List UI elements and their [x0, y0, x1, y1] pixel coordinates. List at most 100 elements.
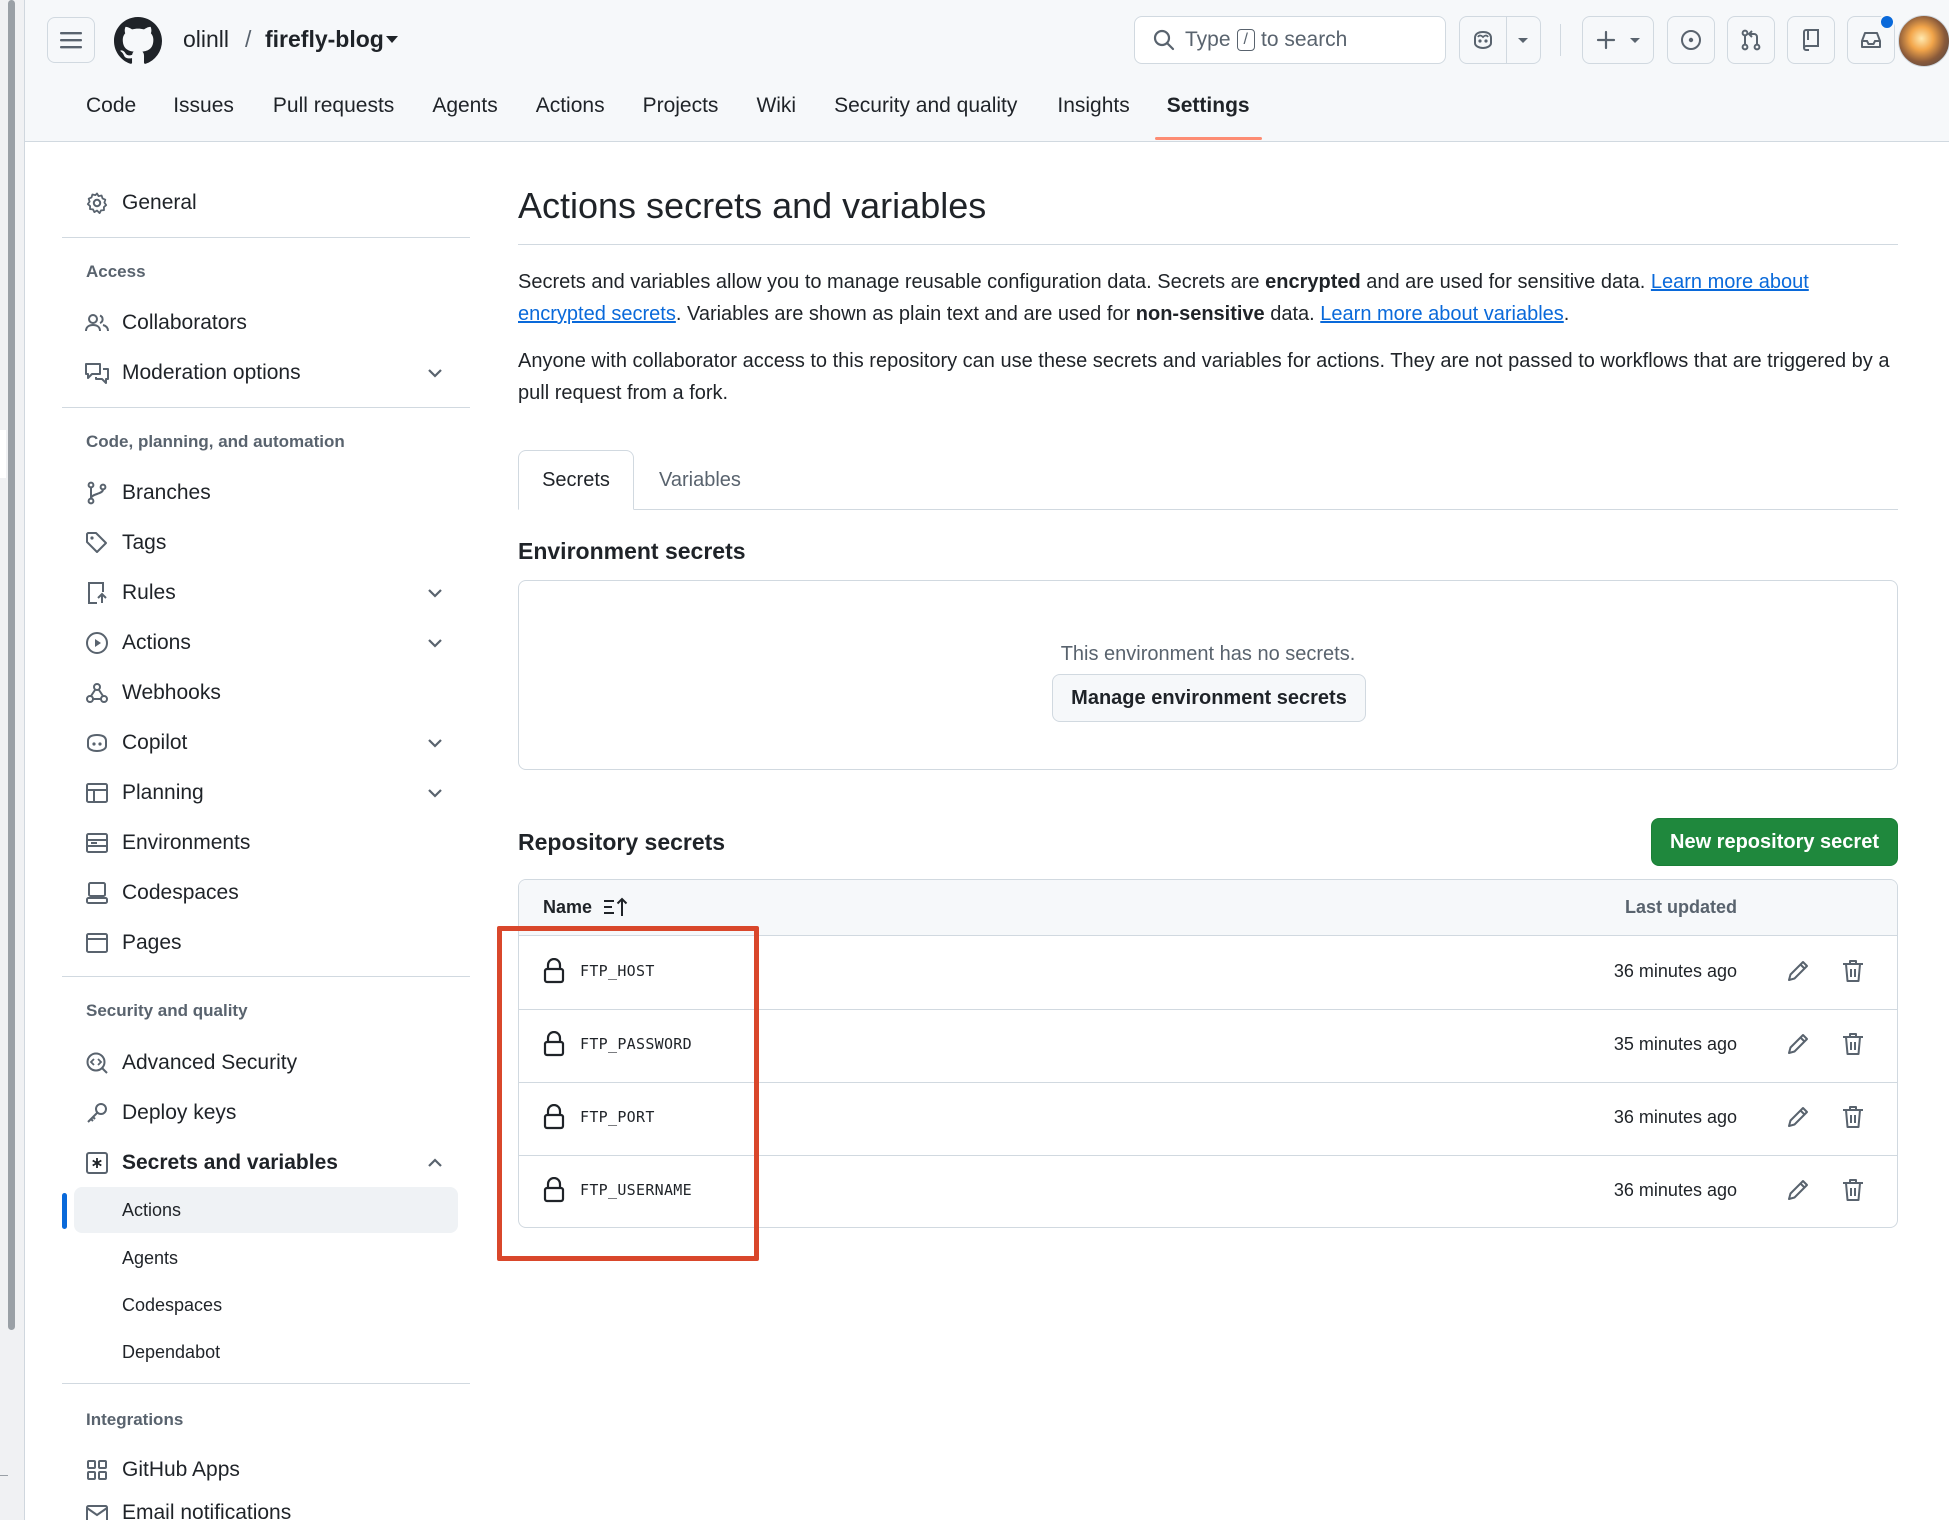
sidebar-item-pages[interactable]: Pages	[62, 921, 470, 965]
tab-issues[interactable]: Issues	[173, 88, 234, 134]
environment-secrets-box: This environment has no secrets. Manage …	[518, 580, 1898, 770]
edit-pencil-icon[interactable]	[1785, 1031, 1811, 1057]
learn-more-variables-link[interactable]: Learn more about variables	[1320, 303, 1563, 325]
sidebar-item-actions[interactable]: Actions	[62, 621, 470, 665]
sidebar-item-general[interactable]: General	[62, 181, 470, 225]
repo-dropdown-caret-icon[interactable]	[386, 36, 398, 43]
menu-icon	[60, 32, 82, 49]
issues-button[interactable]	[1667, 16, 1715, 64]
key-asterisk-icon	[84, 1150, 110, 1176]
sidebar-item-webhooks[interactable]: Webhooks	[62, 671, 470, 715]
edit-pencil-icon[interactable]	[1785, 958, 1811, 984]
tab-secrets[interactable]: Secrets	[518, 450, 634, 510]
pull-request-icon	[1741, 29, 1761, 51]
copilot-icon[interactable]	[1471, 28, 1495, 52]
secret-last-updated: 36 minutes ago	[1613, 961, 1737, 981]
tab-projects[interactable]: Projects	[643, 88, 719, 134]
server-icon	[84, 830, 110, 856]
sidebar-item-label: Rules	[122, 581, 176, 604]
copilot-icon	[84, 730, 110, 756]
tab-pull-requests[interactable]: Pull requests	[273, 88, 394, 134]
tab-security-and-quality[interactable]: Security and quality	[834, 88, 1017, 134]
sidebar-divider	[62, 407, 470, 408]
delete-trash-icon[interactable]	[1841, 1104, 1865, 1130]
sidebar-item-github-apps[interactable]: GitHub Apps	[62, 1448, 470, 1492]
sidebar-item-label: Advanced Security	[122, 1051, 298, 1074]
create-new-button[interactable]	[1582, 16, 1654, 64]
sidebar-heading-security: Security and quality	[86, 1001, 248, 1020]
intro-emphasis-encrypted: encrypted	[1265, 271, 1361, 293]
sidebar-item-rules[interactable]: Rules	[62, 571, 470, 615]
left-scrollbar[interactable]	[0, 0, 25, 1520]
sidebar-item-environments[interactable]: Environments	[62, 821, 470, 865]
sidebar-item-branches[interactable]: Branches	[62, 471, 470, 515]
sidebar-item-deploy-keys[interactable]: Deploy keys	[62, 1091, 470, 1135]
browser-icon	[84, 930, 110, 956]
intro-text: Secrets and variables allow you to manag…	[518, 271, 1266, 293]
apps-icon	[84, 1457, 110, 1483]
search-input[interactable]: Type / to search	[1134, 16, 1446, 64]
chevron-up-icon	[428, 1158, 442, 1167]
repo-nav: Code Issues Pull requests Agents Actions…	[50, 88, 1262, 140]
repo-icon	[1803, 29, 1819, 51]
sidebar-item-planning[interactable]: Planning	[62, 771, 470, 815]
key-icon	[84, 1100, 110, 1126]
sidebar-item-label: Copilot	[122, 731, 188, 754]
breadcrumb-owner[interactable]: olinll	[183, 26, 229, 53]
tab-settings[interactable]: Settings	[1154, 88, 1262, 140]
chevron-down-icon	[428, 369, 442, 378]
sidebar-item-label: GitHub Apps	[122, 1458, 240, 1481]
edit-pencil-icon[interactable]	[1785, 1104, 1811, 1130]
menu-button[interactable]	[47, 17, 95, 63]
new-repository-secret-button[interactable]: New repository secret	[1651, 818, 1898, 866]
tab-actions[interactable]: Actions	[536, 88, 605, 134]
sidebar-subitem-codespaces[interactable]: Codespaces	[74, 1282, 458, 1328]
title-divider	[518, 244, 1898, 245]
tab-code[interactable]: Code	[86, 88, 136, 134]
scrollbar-thumb[interactable]	[8, 0, 15, 1330]
manage-environment-secrets-button[interactable]: Manage environment secrets	[1052, 674, 1366, 722]
github-logo-icon[interactable]	[114, 17, 162, 65]
search-shortcut-key: /	[1236, 29, 1255, 51]
sidebar-item-collaborators[interactable]: Collaborators	[62, 301, 470, 345]
mail-icon	[84, 1501, 110, 1520]
avatar[interactable]	[1898, 15, 1949, 67]
copilot-button-group[interactable]	[1459, 16, 1541, 64]
tab-insights[interactable]: Insights	[1057, 88, 1129, 134]
copilot-dropdown-icon[interactable]	[1517, 36, 1529, 46]
branch-icon	[84, 480, 110, 506]
tab-variables[interactable]: Variables	[659, 450, 741, 510]
sidebar-item-moderation-options[interactable]: Moderation options	[62, 351, 470, 395]
sidebar-item-codespaces[interactable]: Codespaces	[62, 871, 470, 915]
tab-wiki[interactable]: Wiki	[756, 88, 796, 134]
breadcrumb-separator: /	[245, 26, 252, 52]
tab-agents[interactable]: Agents	[432, 88, 497, 134]
sidebar-subitem-dependabot[interactable]: Dependabot	[74, 1329, 458, 1375]
delete-trash-icon[interactable]	[1841, 1031, 1865, 1057]
pull-requests-button[interactable]	[1727, 16, 1775, 64]
repositories-button[interactable]	[1787, 16, 1835, 64]
scrollbar-marker	[0, 430, 6, 478]
sort-ascending-icon[interactable]	[603, 896, 629, 918]
delete-trash-icon[interactable]	[1841, 958, 1865, 984]
sidebar-item-tags[interactable]: Tags	[62, 521, 470, 565]
sidebar-item-secrets-and-variables[interactable]: Secrets and variables	[62, 1141, 470, 1185]
environment-secrets-heading: Environment secrets	[518, 538, 746, 564]
breadcrumb-repo[interactable]: firefly-blog	[265, 26, 384, 53]
edit-pencil-icon[interactable]	[1785, 1177, 1811, 1203]
search-suffix: to search	[1260, 28, 1348, 51]
sidebar-item-copilot[interactable]: Copilot	[62, 721, 470, 765]
play-icon	[84, 630, 110, 656]
sidebar-divider	[62, 237, 470, 238]
delete-trash-icon[interactable]	[1841, 1177, 1865, 1203]
issue-icon	[1681, 30, 1701, 50]
sidebar-subitem-agents[interactable]: Agents	[74, 1235, 458, 1281]
collaborator-note: Anyone with collaborator access to this …	[518, 350, 1890, 404]
sidebar-item-label: Tags	[122, 531, 167, 554]
sidebar-item-label: Branches	[122, 481, 211, 504]
chevron-down-icon	[428, 589, 442, 598]
sidebar-subitem-actions[interactable]: Actions	[74, 1187, 458, 1233]
sidebar-item-advanced-security[interactable]: Advanced Security	[62, 1041, 470, 1085]
sidebar-item-email-notifications[interactable]: Email notifications	[62, 1493, 470, 1520]
column-name-header[interactable]: Name	[543, 897, 592, 918]
